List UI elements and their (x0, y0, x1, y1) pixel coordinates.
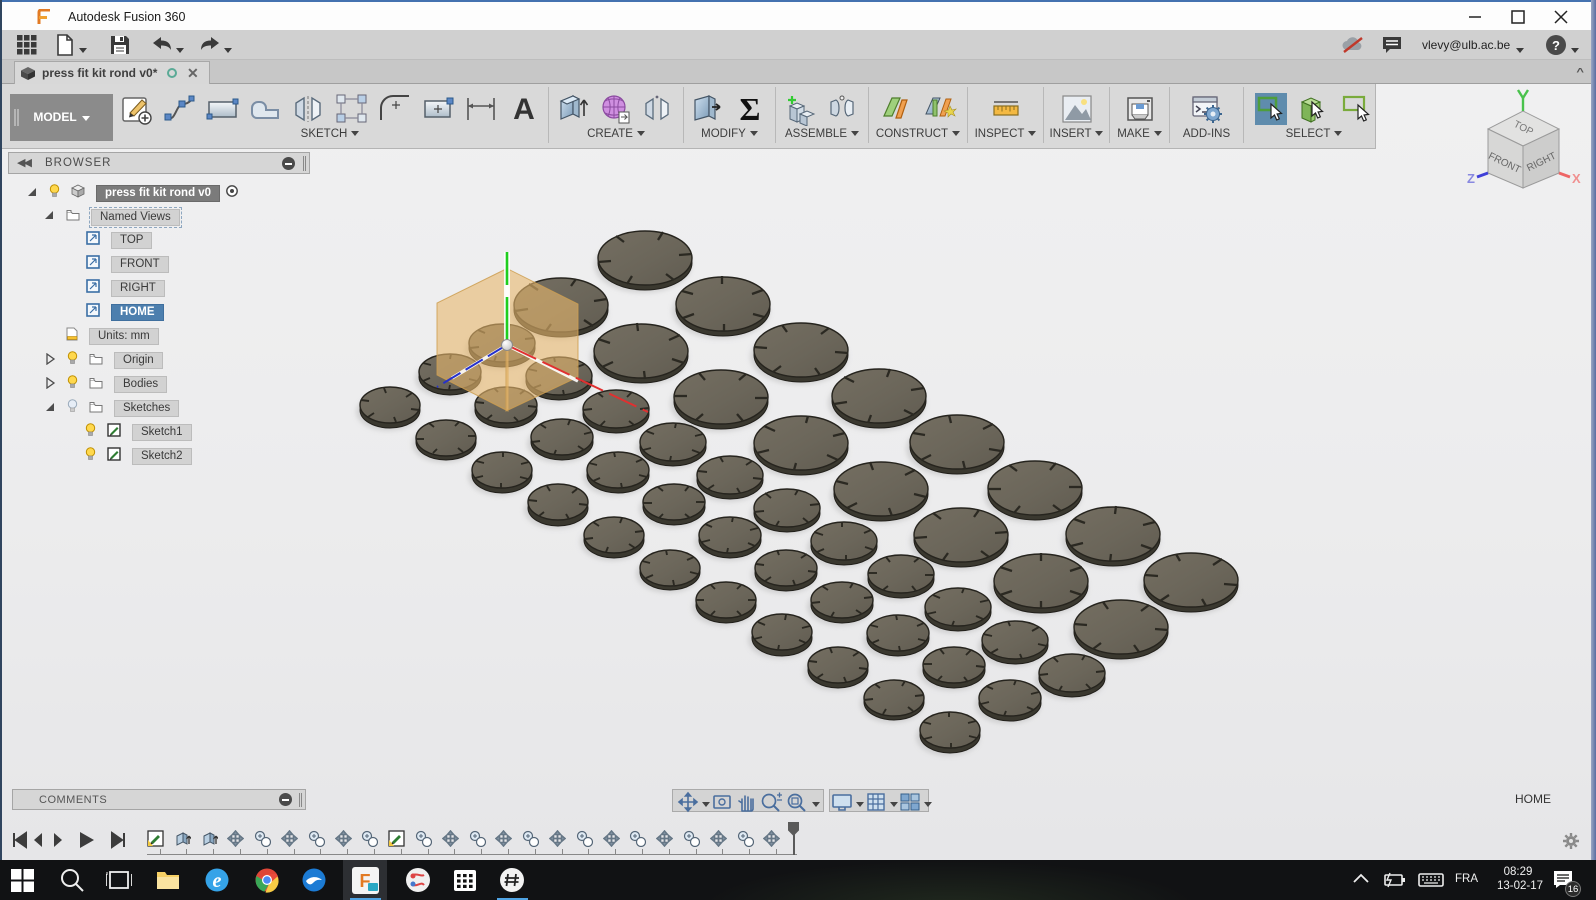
svg-text:Σ: Σ (740, 92, 761, 126)
svg-text:A: A (513, 93, 535, 126)
svg-text:Z: Z (1467, 171, 1475, 186)
svg-text:?: ? (1552, 38, 1560, 53)
svg-text:e: e (213, 870, 222, 892)
svg-text:X: X (1572, 171, 1581, 186)
